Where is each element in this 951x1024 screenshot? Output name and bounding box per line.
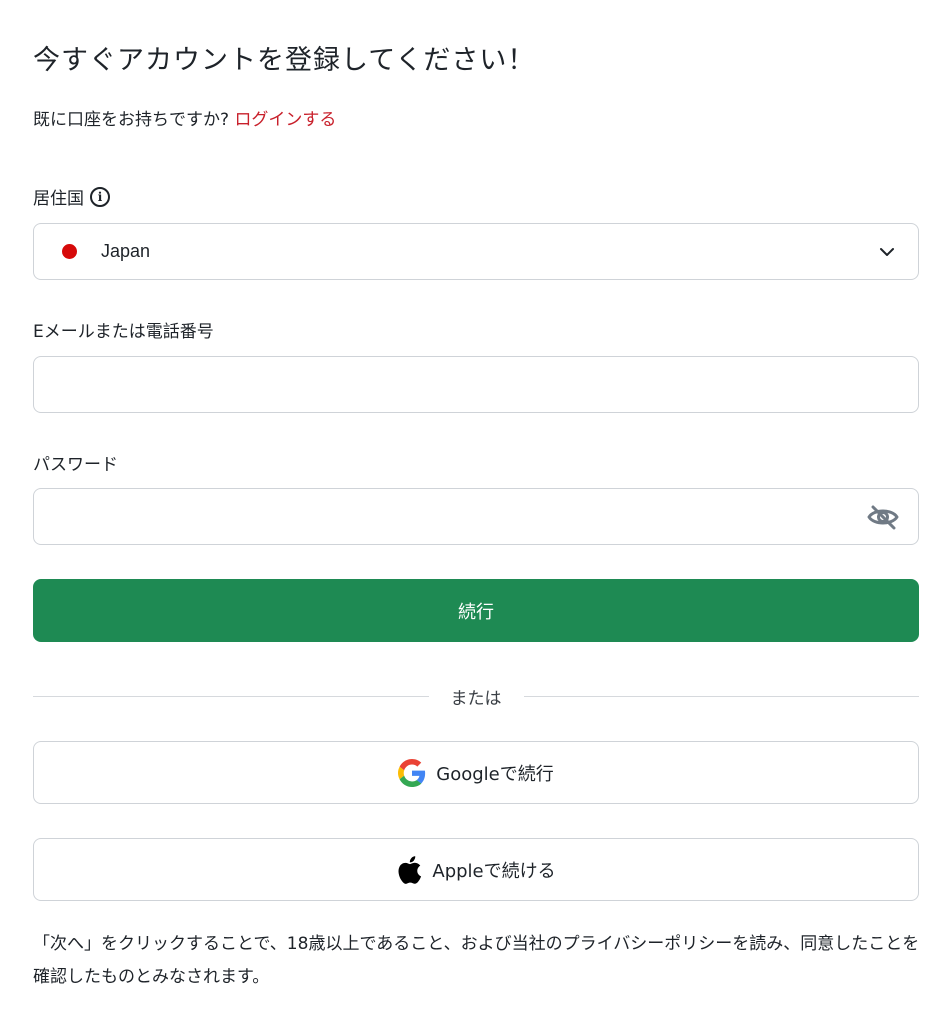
country-select[interactable]: Japan — [33, 223, 919, 280]
chevron-down-icon — [880, 247, 894, 256]
login-link[interactable]: ログインする — [234, 110, 336, 130]
email-field-wrapper — [33, 356, 919, 413]
google-button-label: Googleで続行 — [436, 763, 554, 785]
login-prompt-text: 既に口座をお持ちですか? — [33, 110, 230, 130]
email-label-row: Eメールまたは電話番号 — [33, 317, 214, 342]
divider-line-right — [523, 695, 919, 697]
apple-icon — [398, 855, 422, 884]
email-label: Eメールまたは電話番号 — [33, 322, 214, 342]
eye-off-icon[interactable] — [866, 503, 900, 531]
google-icon — [398, 758, 426, 787]
password-label-row: パスワード — [33, 450, 118, 475]
apple-continue-button[interactable]: Appleで続ける — [33, 838, 919, 901]
page-title: 今すぐアカウントを登録してください！ — [33, 45, 536, 76]
divider-line-left — [33, 695, 429, 697]
continue-button[interactable]: 続行 — [33, 579, 919, 642]
password-field-wrapper — [33, 488, 919, 545]
email-field[interactable] — [34, 357, 918, 412]
terms-disclaimer: 「次へ」をクリックすることで、18歳以上であること、および当社のプライバシーポリ… — [33, 934, 920, 987]
password-field[interactable] — [34, 489, 918, 544]
google-continue-button[interactable]: Googleで続行 — [33, 741, 919, 804]
country-label-row: 居住国 i — [33, 184, 110, 209]
info-icon[interactable]: i — [90, 186, 110, 207]
signup-page: 今すぐアカウントを登録してください！ 既に口座をお持ちですか? ログインする 居… — [0, 0, 951, 1024]
login-prompt-row: 既に口座をお持ちですか? ログインする — [33, 105, 336, 130]
password-label: パスワード — [33, 455, 118, 475]
country-label: 居住国 — [33, 189, 84, 209]
apple-button-label: Appleで続ける — [432, 860, 556, 882]
divider-text: または — [450, 688, 502, 709]
or-divider: または — [33, 684, 919, 709]
japan-flag-icon — [62, 244, 77, 259]
country-value: Japan — [101, 241, 151, 261]
